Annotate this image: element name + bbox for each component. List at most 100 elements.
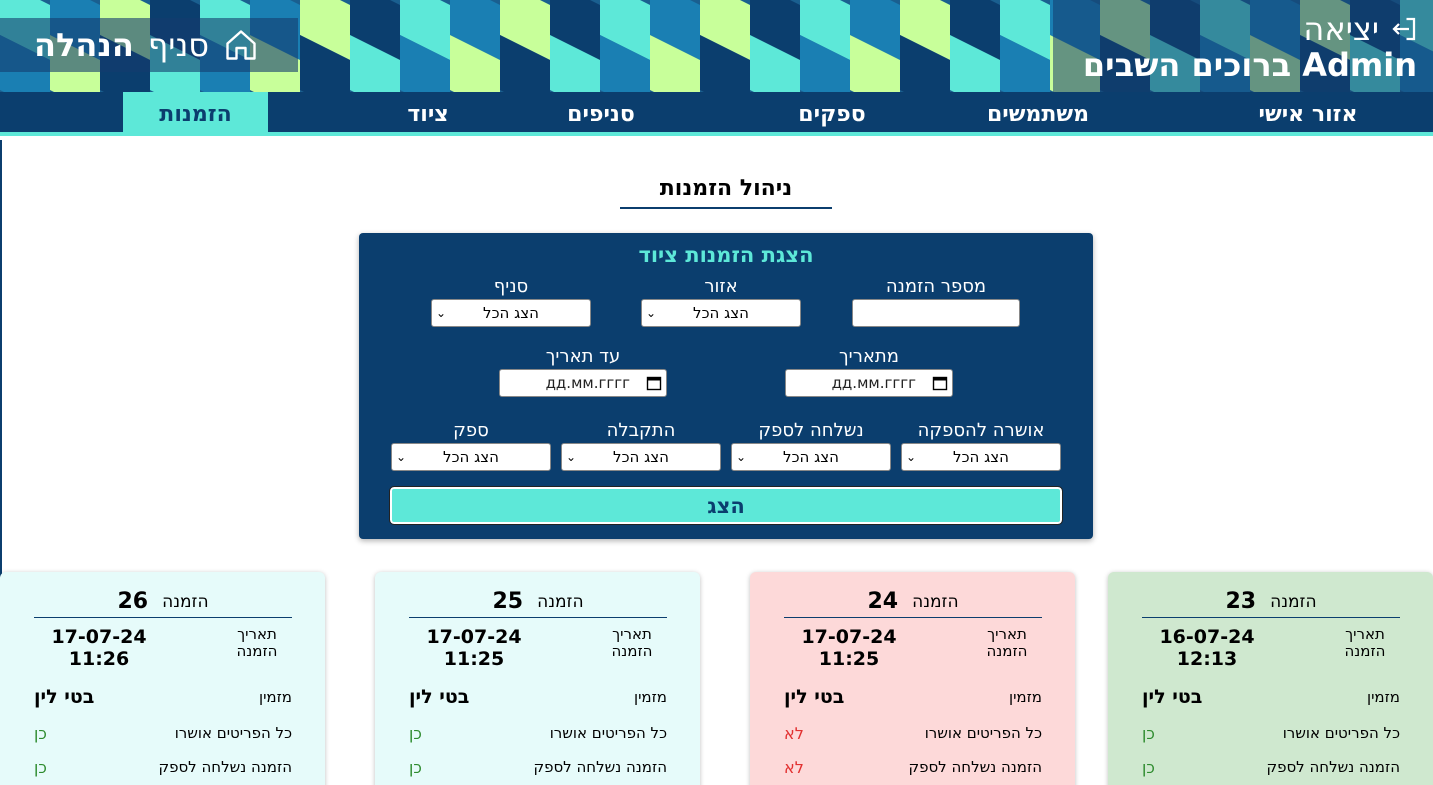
supplier-select[interactable]: הצג הכל ⌄ — [391, 443, 551, 471]
order-card-header: הזמנה 26 — [34, 586, 292, 618]
approved-label: אושרה להספקה — [917, 420, 1045, 441]
to-date-field: עד תאריך дд.мм.гггг — [499, 346, 667, 397]
chevron-down-icon: ⌄ — [906, 450, 917, 464]
nav-item-equipment[interactable]: ציוד — [378, 92, 478, 136]
from-date-field: מתאריך дд.мм.гггг — [785, 346, 953, 397]
sent-field: נשלחה לספק הצג הכל ⌄ — [731, 420, 891, 471]
order-date-label: תאריך הזמנה — [986, 625, 1028, 660]
received-field: התקבלה הצג הכל ⌄ — [561, 420, 721, 471]
all-approved-label: כל הפריטים אושרו — [1282, 724, 1400, 742]
order-date-value: 17-07-24 11:26 — [34, 626, 164, 670]
from-date-input[interactable]: дд.мм.гггг — [785, 369, 953, 397]
nav-item-users[interactable]: משתמשים — [943, 92, 1133, 136]
orderer-name: בטי לין — [34, 686, 95, 708]
all-approved-value: כן — [1142, 724, 1155, 743]
order-date-label: תאריך הזמנה — [611, 625, 653, 660]
calendar-icon[interactable] — [932, 375, 948, 391]
sent-to-supplier-label: הזמנה נשלחה לספק — [533, 758, 667, 776]
order-number: 26 — [117, 589, 149, 614]
order-filter-panel: הצגת הזמנות ציוד מספר הזמנה אזור הצג הכל… — [359, 233, 1093, 539]
approved-select-value: הצג הכל — [953, 448, 1009, 466]
order-card[interactable]: הזמנה 26 תאריך הזמנה 17-07-24 11:26 מזמי… — [0, 572, 325, 785]
sent-row: הזמנה נשלחה לספק לא — [784, 758, 1042, 777]
main-nav: אזור אישי משתמשים ספקים סניפים ציוד הזמנ… — [0, 92, 1433, 136]
home-icon[interactable] — [223, 27, 259, 63]
nav-item-personal-area[interactable]: אזור אישי — [1213, 92, 1403, 136]
show-orders-button[interactable]: הצג — [389, 486, 1063, 525]
approved-row: כל הפריטים אושרו כן — [34, 724, 292, 743]
header-banner: יציאה Admin ברוכים השבים הנהלה סניף — [0, 0, 1433, 92]
all-approved-value: כן — [409, 724, 422, 743]
sent-label: נשלחה לספק — [758, 420, 864, 441]
chevron-down-icon: ⌄ — [566, 450, 577, 464]
sent-row: הזמנה נשלחה לספק כן — [409, 758, 667, 777]
branch-select[interactable]: הצג הכל ⌄ — [431, 299, 591, 327]
nav-item-suppliers[interactable]: ספקים — [767, 92, 897, 136]
order-label: הזמנה — [162, 591, 209, 612]
approved-select[interactable]: הצג הכל ⌄ — [901, 443, 1061, 471]
orderer-label: מזמין — [258, 688, 292, 706]
received-select[interactable]: הצג הכל ⌄ — [561, 443, 721, 471]
order-card[interactable]: הזמנה 25 תאריך הזמנה 17-07-24 11:25 מזמי… — [375, 572, 700, 785]
nav-item-branches[interactable]: סניפים — [531, 92, 671, 136]
approved-row: כל הפריטים אושרו לא — [784, 724, 1042, 743]
sent-to-supplier-value: כן — [34, 758, 47, 777]
from-date-placeholder: дд.мм.гггг — [831, 374, 916, 392]
sent-to-supplier-label: הזמנה נשלחה לספק — [158, 758, 292, 776]
logout-button[interactable]: יציאה — [1303, 10, 1419, 48]
order-card-header: הזמנה 23 — [1142, 586, 1400, 618]
sent-row: הזמנה נשלחה לספק כן — [1142, 758, 1400, 777]
order-time: 11:25 — [818, 648, 880, 670]
order-date-row: תאריך הזמנה 17-07-24 11:26 — [34, 625, 292, 671]
order-date: 17-07-24 — [51, 626, 147, 648]
order-date-label: תאריך הזמנה — [236, 625, 278, 660]
order-label: הזמנה — [1270, 591, 1317, 612]
nav-item-orders[interactable]: הזמנות — [123, 92, 268, 136]
order-date-row: תאריך הזמנה 17-07-24 11:25 — [784, 625, 1042, 671]
order-number: 23 — [1225, 589, 1257, 614]
order-time: 12:13 — [1176, 648, 1238, 670]
from-date-label: מתאריך — [839, 346, 899, 367]
order-number-input[interactable] — [852, 299, 1020, 327]
area-select[interactable]: הצג הכל ⌄ — [641, 299, 801, 327]
order-date-value: 17-07-24 11:25 — [784, 626, 914, 670]
area-label: אזור — [704, 276, 738, 297]
order-card[interactable]: הזמנה 24 תאריך הזמנה 17-07-24 11:25 מזמי… — [750, 572, 1075, 785]
branch-select-value: הצג הכל — [483, 304, 539, 322]
sent-select[interactable]: הצג הכל ⌄ — [731, 443, 891, 471]
order-number: 24 — [867, 589, 899, 614]
all-approved-label: כל הפריטים אושרו — [174, 724, 292, 742]
order-date: 17-07-24 — [426, 626, 522, 648]
order-date-label: תאריך הזמנה — [1344, 625, 1386, 660]
to-date-placeholder: дд.мм.гггг — [545, 374, 630, 392]
branch-label: סניף — [493, 276, 529, 297]
order-date-value: 17-07-24 11:25 — [409, 626, 539, 670]
sent-to-supplier-label: הזמנה נשלחה לספק — [1266, 758, 1400, 776]
order-number-field: מספר הזמנה — [852, 276, 1020, 327]
order-time: 11:26 — [68, 648, 130, 670]
orderer-name: בטי לין — [1142, 686, 1203, 708]
orderer-name: בטי לין — [784, 686, 845, 708]
sent-row: הזמנה נשלחה לספק כן — [34, 758, 292, 777]
all-approved-value: לא — [784, 724, 804, 743]
order-date-row: תאריך הזמנה 16-07-24 12:13 — [1142, 625, 1400, 671]
chevron-down-icon: ⌄ — [736, 450, 747, 464]
page-title: ניהול הזמנות — [620, 176, 832, 209]
order-date-row: תאריך הזמנה 17-07-24 11:25 — [409, 625, 667, 671]
order-label: הזמנה — [912, 591, 959, 612]
sent-to-supplier-value: כן — [409, 758, 422, 777]
to-date-input[interactable]: дд.мм.гггг — [499, 369, 667, 397]
order-number: 25 — [492, 589, 524, 614]
order-label: הזמנה — [537, 591, 584, 612]
supplier-select-value: הצג הכל — [443, 448, 499, 466]
order-card[interactable]: הזמנה 23 תאריך הזמנה 16-07-24 12:13 מזמי… — [1108, 572, 1433, 785]
calendar-icon[interactable] — [646, 375, 662, 391]
sent-to-supplier-label: הזמנה נשלחה לספק — [908, 758, 1042, 776]
supplier-field: ספק הצג הכל ⌄ — [391, 420, 551, 471]
area-field: אזור הצג הכל ⌄ — [641, 276, 801, 327]
sent-to-supplier-value: כן — [1142, 758, 1155, 777]
logout-icon — [1392, 17, 1416, 41]
order-card-header: הזמנה 24 — [784, 586, 1042, 618]
orderer-row: מזמין בטי לין — [409, 686, 667, 708]
orderer-label: מזמין — [1366, 688, 1400, 706]
